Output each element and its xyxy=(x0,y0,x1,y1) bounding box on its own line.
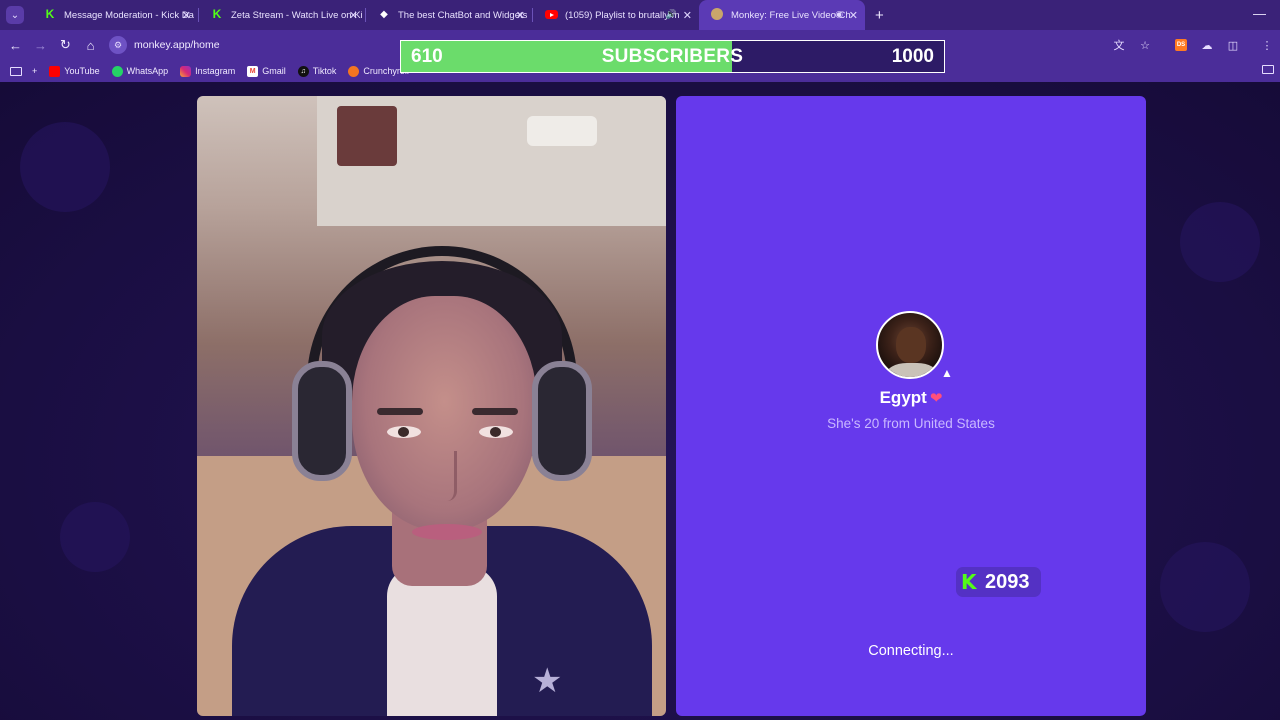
whatsapp-icon xyxy=(111,65,123,77)
bookmark-label: Gmail xyxy=(262,66,286,76)
brow xyxy=(377,408,423,415)
diamond-icon: ◆ xyxy=(380,8,388,20)
new-tab-plus-icon[interactable]: + xyxy=(875,7,884,24)
url-text[interactable]: monkey.app/home xyxy=(134,39,220,51)
headphone-left xyxy=(292,361,352,481)
kick-viewer-count: 2093 xyxy=(985,570,1030,593)
bookmark-label: Instagram xyxy=(195,66,236,76)
tab-title: Message Moderation - Kick Da xyxy=(64,9,194,21)
youtube-icon xyxy=(545,10,558,19)
mouse-cursor-icon: ▲ xyxy=(941,366,953,380)
self-video-feed: ★ xyxy=(197,96,666,716)
tab-message-moderation[interactable]: K Message Moderation - Kick Da ✕ xyxy=(32,0,198,30)
youtube-icon xyxy=(49,65,61,77)
headphone-right xyxy=(532,361,592,481)
ds-extension-icon[interactable]: DS xyxy=(1170,34,1192,56)
back-arrow-icon[interactable]: ← xyxy=(3,33,28,58)
translate-icon[interactable]: 文 xyxy=(1108,34,1130,56)
eye xyxy=(387,426,421,438)
bookmark-gmail[interactable]: M Gmail xyxy=(247,65,286,77)
tiktok-icon: ♫ xyxy=(297,65,309,77)
all-bookmarks-folder-icon[interactable] xyxy=(1262,65,1274,76)
tab-youtube-playlist[interactable]: (1059) Playlist to brutally m 🔊 ✕ xyxy=(533,0,699,30)
close-icon[interactable]: ✕ xyxy=(349,9,358,22)
monkey-icon xyxy=(711,8,723,20)
shirt xyxy=(387,566,497,716)
eye xyxy=(479,426,513,438)
minimize-icon[interactable]: — xyxy=(1253,6,1266,21)
speaker-icon[interactable]: 🔊 xyxy=(666,9,677,20)
site-info-icon[interactable]: ⚙ xyxy=(109,36,127,54)
crunchyroll-icon xyxy=(348,65,360,77)
match-details: She's 20 from United States xyxy=(827,416,995,431)
subscriber-label: SUBSCRIBERS xyxy=(601,46,744,67)
toolbar-actions: 文 ☆ DS ☁ ◫ ⋮ xyxy=(1106,30,1280,60)
kick-icon: K xyxy=(961,570,977,594)
background-pattern xyxy=(20,122,110,212)
bookmark-label: WhatsApp xyxy=(126,66,169,76)
recording-icon: ◉ xyxy=(835,9,843,19)
close-icon[interactable]: ✕ xyxy=(683,9,692,22)
star-icon: ★ xyxy=(532,662,563,700)
bookmark-add-icon[interactable]: + xyxy=(32,66,37,76)
bookmark-tiktok[interactable]: ♫ Tiktok xyxy=(297,65,337,77)
kick-icon: K xyxy=(212,7,222,21)
subscriber-goal: 1000 xyxy=(891,46,934,67)
tab-monkey[interactable]: Monkey: Free Live Video Ch ◉ ✕ xyxy=(699,0,865,30)
match-name: Egypt ❤ xyxy=(676,388,1146,408)
nose xyxy=(437,451,457,501)
extensions-puzzle-icon[interactable]: ◫ xyxy=(1222,34,1244,56)
tab-bar: ⌄ K Message Moderation - Kick Da ✕ K Zet… xyxy=(0,0,1280,30)
menu-icon[interactable]: ⋮ xyxy=(1256,34,1278,56)
extension-cloud-icon[interactable]: ☁ xyxy=(1196,34,1218,56)
connection-status: Connecting... xyxy=(868,643,954,659)
close-icon[interactable]: ✕ xyxy=(182,9,191,22)
home-icon[interactable]: ⌂ xyxy=(78,33,103,58)
bookmark-star-icon[interactable]: ☆ xyxy=(1134,34,1156,56)
brow xyxy=(472,408,518,415)
background-pattern xyxy=(60,502,130,572)
close-icon[interactable]: ✕ xyxy=(849,9,858,22)
bookmark-whatsapp[interactable]: WhatsApp xyxy=(111,65,169,77)
tab-search-chevron-icon[interactable]: ⌄ xyxy=(6,6,24,24)
tab-title: Zeta Stream - Watch Live on Ki xyxy=(231,9,363,21)
tab-title: The best ChatBot and Widgets xyxy=(398,9,528,21)
tab-title: Monkey: Free Live Video Ch xyxy=(731,9,851,21)
bookmark-folder-icon[interactable] xyxy=(10,66,22,76)
match-name-text: Egypt xyxy=(879,388,927,407)
gmail-icon: M xyxy=(247,65,259,77)
bookmark-instagram[interactable]: Instagram xyxy=(180,65,236,77)
kick-viewer-badge: K 2093 xyxy=(956,567,1041,597)
match-avatar[interactable] xyxy=(876,311,944,379)
bookmark-label: Tiktok xyxy=(312,66,337,76)
bookmark-label: YouTube xyxy=(64,66,100,76)
mouth xyxy=(412,524,482,540)
subscriber-goal-bar: 610 SUBSCRIBERS 1000 xyxy=(400,40,945,73)
shelf-object xyxy=(527,116,597,146)
tab-zeta-stream[interactable]: K Zeta Stream - Watch Live on Ki ✕ xyxy=(199,0,365,30)
shelf-object xyxy=(337,106,397,166)
forward-arrow-icon[interactable]: → xyxy=(28,33,53,58)
kick-icon: K xyxy=(45,7,55,21)
reload-icon[interactable]: ↻ xyxy=(53,33,78,58)
tab-title: (1059) Playlist to brutally m xyxy=(565,9,680,21)
heart-icon: ❤ xyxy=(929,390,943,407)
background-pattern xyxy=(1180,202,1260,282)
instagram-icon xyxy=(180,65,192,77)
bookmark-youtube[interactable]: YouTube xyxy=(49,65,100,77)
background-pattern xyxy=(1160,542,1250,632)
tab-chatbot-widgets[interactable]: ◆ The best ChatBot and Widgets ✕ xyxy=(366,0,532,30)
close-icon[interactable]: ✕ xyxy=(516,9,525,22)
